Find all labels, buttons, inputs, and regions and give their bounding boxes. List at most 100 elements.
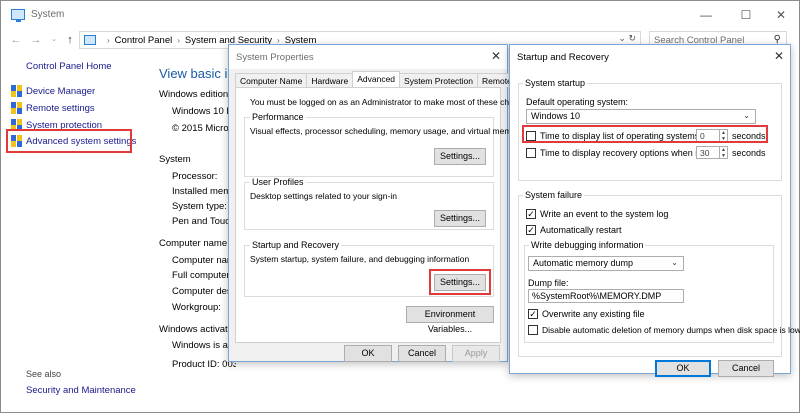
edition-name: Windows 10 Pro (172, 106, 236, 117)
tab-computer-name[interactable]: Computer Name (235, 73, 308, 87)
page-title: View basic info (159, 66, 236, 81)
close-icon[interactable]: ✕ (774, 49, 784, 63)
performance-settings-button[interactable]: Settings... (434, 148, 486, 165)
chevron-down-icon: ⌄ (671, 258, 678, 267)
main-content: View basic info Windows edition Windows … (156, 57, 236, 407)
dialog-title: System Properties (236, 52, 314, 63)
admin-note: You must be logged on as an Administrato… (250, 97, 535, 107)
sidebar-item-device-manager[interactable]: Device Manager (11, 85, 95, 97)
performance-description: Visual effects, processor scheduling, me… (250, 126, 524, 136)
pen-touch-label: Pen and Touch: (172, 216, 236, 227)
dump-file-label: Dump file: (528, 278, 569, 288)
activation-heading: Windows activation (159, 324, 236, 335)
product-id: Product ID: 00330-80000-00000-AA786 (172, 359, 236, 370)
computer-description-label: Computer descr (172, 286, 236, 297)
highlight-box-time-display (522, 125, 768, 143)
recent-dropdown-icon[interactable]: ⌄ (47, 32, 61, 48)
windows-edition-heading: Windows edition (159, 89, 229, 100)
see-also-label: See also (26, 369, 62, 379)
dialog-title-bar: System Properties ✕ (229, 45, 507, 69)
apply-button[interactable]: Apply (452, 345, 500, 362)
time-display-recovery-checkbox[interactable] (526, 148, 536, 158)
environment-variables-button[interactable]: Environment Variables... (406, 306, 494, 334)
system-properties-dialog: System Properties ✕ Computer Name Hardwa… (228, 44, 535, 362)
copyright-text: © 2015 Microsoft (172, 123, 236, 134)
installed-memory-label: Installed memo (172, 186, 236, 197)
computer-name-label: Computer nam (172, 255, 235, 266)
tab-strip: Computer Name Hardware Advanced System P… (235, 71, 517, 87)
time-display-recovery-spinner[interactable]: ▲ ▼ (720, 146, 728, 159)
disable-auto-delete-label: Disable automatic deletion of memory dum… (542, 325, 800, 335)
title-bar: System — ☐ ✕ (1, 1, 799, 29)
workgroup-label: Workgroup: (172, 302, 221, 313)
breadcrumb-control-panel[interactable]: Control Panel (115, 35, 173, 46)
startup-recovery-group-label: Startup and Recovery (250, 240, 342, 250)
tab-system-protection[interactable]: System Protection (399, 73, 479, 87)
dialog-title-bar: Startup and Recovery ✕ (510, 45, 790, 69)
debug-type-select[interactable]: Automatic memory dump ⌄ (528, 256, 684, 271)
left-navigation: Control Panel Home Device Manager Remote… (1, 57, 151, 407)
write-event-checkbox[interactable]: ✓ (526, 209, 536, 219)
security-maintenance-link[interactable]: Security and Maintenance (26, 385, 136, 396)
ok-button[interactable]: OK (655, 360, 711, 377)
shield-icon (11, 85, 22, 97)
debug-type-value: Automatic memory dump (533, 258, 634, 268)
overwrite-label: Overwrite any existing file (542, 309, 645, 319)
tab-hardware[interactable]: Hardware (306, 73, 354, 87)
full-computer-name-label: Full computer n (172, 270, 236, 281)
dialog-title: Startup and Recovery (517, 52, 609, 63)
shield-icon (11, 102, 22, 114)
cancel-button[interactable]: Cancel (398, 345, 446, 362)
chevron-down-icon: ⌄ (743, 111, 750, 120)
tab-advanced[interactable]: Advanced (352, 71, 401, 87)
dump-file-input[interactable]: %SystemRoot%\MEMORY.DMP (528, 289, 684, 303)
user-profiles-settings-button[interactable]: Settings... (434, 210, 486, 227)
default-os-select[interactable]: Windows 10 ⌄ (526, 109, 756, 124)
crumb-separator: › (177, 35, 180, 45)
refresh-icon[interactable]: ⌄ ↻ (618, 33, 636, 44)
startup-recovery-body: System startup Default operating system:… (510, 69, 800, 377)
seconds-label: seconds (732, 148, 766, 158)
back-arrow-icon[interactable]: ← (9, 32, 23, 48)
minimize-button[interactable]: — (691, 6, 721, 24)
close-button[interactable]: ✕ (766, 6, 796, 24)
disable-auto-delete-checkbox[interactable] (528, 325, 538, 335)
advanced-tab-panel: You must be logged on as an Administrato… (235, 87, 535, 343)
performance-group-label: Performance (250, 112, 306, 122)
computer-icon (11, 9, 25, 22)
write-event-label: Write an event to the system log (540, 209, 669, 219)
user-profiles-description: Desktop settings related to your sign-in (250, 191, 397, 201)
computer-name-heading: Computer name, do (159, 238, 236, 249)
crumb-separator: › (107, 35, 110, 45)
window-title: System (31, 9, 65, 20)
ok-button[interactable]: OK (344, 345, 392, 362)
sidebar-item-remote-settings[interactable]: Remote settings (11, 102, 95, 114)
user-profiles-group-label: User Profiles (250, 177, 306, 187)
highlight-box-startup-settings (429, 269, 491, 295)
system-failure-label: System failure (523, 190, 585, 200)
highlight-box-advanced-settings (6, 129, 132, 153)
sidebar-item-label: Remote settings (26, 102, 95, 114)
close-icon[interactable]: ✕ (491, 49, 501, 63)
write-debug-label: Write debugging information (529, 240, 646, 250)
control-panel-home-link[interactable]: Control Panel Home (26, 61, 112, 72)
overwrite-checkbox[interactable]: ✓ (528, 309, 538, 319)
sidebar-item-label: Device Manager (26, 85, 96, 97)
maximize-button[interactable]: ☐ (731, 6, 761, 24)
auto-restart-label: Automatically restart (540, 225, 622, 235)
activation-status: Windows is activ (172, 340, 236, 351)
cancel-button[interactable]: Cancel (718, 360, 774, 377)
system-startup-label: System startup (523, 78, 588, 88)
default-os-value: Windows 10 (531, 111, 581, 121)
processor-label: Processor: (172, 171, 218, 182)
control-panel-icon (84, 35, 96, 45)
auto-restart-checkbox[interactable]: ✓ (526, 225, 536, 235)
system-type-label: System type: (172, 201, 227, 212)
default-os-label: Default operating system: (526, 97, 629, 107)
up-arrow-icon[interactable]: ↑ (63, 32, 77, 48)
time-display-recovery-input[interactable]: 30 (696, 146, 720, 159)
system-heading: System (159, 154, 191, 165)
forward-arrow-icon[interactable]: → (29, 32, 43, 48)
startup-recovery-dialog: Startup and Recovery ✕ System startup De… (509, 44, 800, 377)
startup-recovery-description: System startup, system failure, and debu… (250, 254, 470, 264)
